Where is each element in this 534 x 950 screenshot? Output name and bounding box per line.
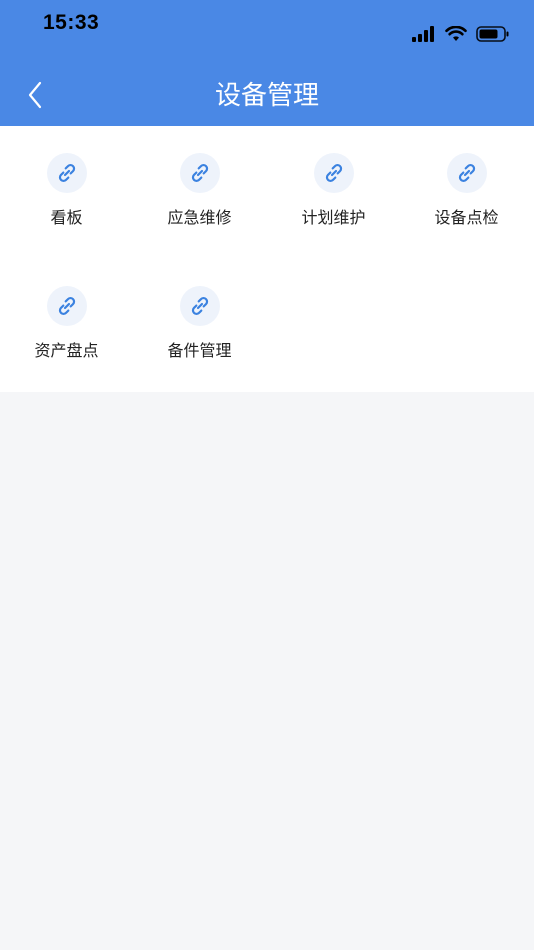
header-bar: 15:33 设备管理 [0,0,534,126]
menu-item-label: 计划维护 [301,208,366,227]
menu-item-label: 备件管理 [167,341,232,360]
battery-icon [476,26,509,42]
menu-item-dashboard[interactable]: 看板 [0,126,133,246]
menu-item-label: 资产盘点 [34,341,99,360]
link-icon [47,153,87,193]
wifi-icon [445,26,467,41]
link-icon [180,286,220,326]
link-icon [314,153,354,193]
menu-item-asset-inventory[interactable]: 资产盘点 [0,259,133,379]
page-title: 设备管理 [214,81,319,111]
menu-item-spare-parts[interactable]: 备件管理 [133,259,266,379]
link-icon [47,286,87,326]
menu-item-label: 应急维修 [167,208,232,227]
menu-item-equipment-inspection[interactable]: 设备点检 [400,126,533,246]
signal-icon [412,26,434,42]
link-icon [180,153,220,193]
status-time: 15:33 [43,11,100,34]
menu-item-planned-maintenance[interactable]: 计划维护 [267,126,400,246]
status-icons [412,23,510,45]
menu-item-label: 设备点检 [434,208,499,227]
menu-item-emergency-repair[interactable]: 应急维修 [133,126,266,246]
menu-grid: 看板 应急维修 计划维护 设备点检 资产盘点 备件管理 [0,126,534,392]
menu-item-label: 看板 [50,208,83,227]
link-icon [447,153,487,193]
